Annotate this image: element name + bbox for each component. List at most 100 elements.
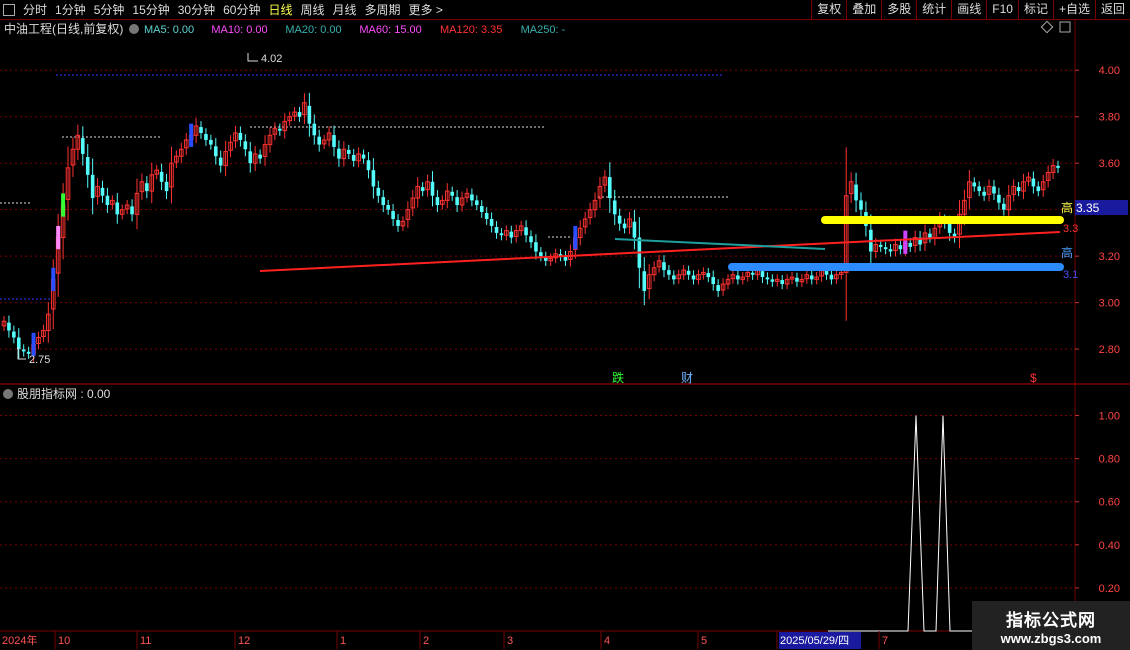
watermark-url: www.zbgs3.com xyxy=(1000,630,1102,646)
candle-body-down xyxy=(204,134,208,140)
candle-body-down xyxy=(612,200,617,215)
candle-body-down xyxy=(736,275,740,280)
candle-body-down xyxy=(632,221,637,238)
period-tab[interactable]: 1分钟 xyxy=(51,1,90,18)
candle-body-down xyxy=(1056,165,1060,168)
candle-body-down xyxy=(977,186,981,192)
candle-body-down xyxy=(351,154,356,161)
candle-body-down xyxy=(455,197,459,206)
candle-body-down xyxy=(928,233,932,238)
candle-body-down xyxy=(908,242,913,247)
window-icon xyxy=(1059,21,1071,33)
candle-body-down xyxy=(608,177,612,199)
signal-candle xyxy=(61,193,66,217)
candle-body-down xyxy=(780,280,784,285)
candle-body-down xyxy=(883,247,888,250)
chart-menu-icon xyxy=(129,24,139,34)
candle-body-down xyxy=(376,187,381,196)
period-tab[interactable]: 15分钟 xyxy=(128,1,173,18)
candle-body-down xyxy=(346,149,351,154)
candle-body-down xyxy=(509,231,514,238)
candle-body-down xyxy=(691,275,696,280)
candle-body-down xyxy=(750,272,755,275)
period-tab[interactable]: 更多 > xyxy=(405,1,447,18)
indicator-tick-label: 0.20 xyxy=(1099,583,1120,595)
time-tick-label: 2024年 xyxy=(2,633,37,647)
candle-body-down xyxy=(667,270,671,275)
toolbar-button[interactable]: +自选 xyxy=(1052,0,1095,19)
toolbar-button[interactable]: 返回 xyxy=(1094,0,1130,19)
indicator-title: 股朋指标网 : 0.00 xyxy=(17,386,111,401)
toolbar-button[interactable]: 标记 xyxy=(1017,0,1053,19)
candle-body-down xyxy=(829,274,834,280)
axis-labels: 2.803.003.203.403.603.804.000.200.400.60… xyxy=(2,65,1120,649)
time-tick-label: 12 xyxy=(238,635,250,647)
period-tab[interactable]: 30分钟 xyxy=(174,1,219,18)
candle-body-down xyxy=(617,215,622,224)
candle-body-down xyxy=(662,262,666,271)
ma120-value-tag: 3.3 xyxy=(1063,223,1078,235)
candle-body-down xyxy=(164,181,169,192)
stock-chart[interactable]: 2.803.003.203.403.603.804.000.200.400.60… xyxy=(0,19,1130,650)
candle-body-down xyxy=(371,170,376,187)
candle-body-down xyxy=(1031,178,1036,187)
time-tick-label: 10 xyxy=(58,635,70,647)
time-tick-label: 1 xyxy=(340,635,346,647)
toolbar-button[interactable]: 画线 xyxy=(951,0,986,19)
period-tab[interactable]: 分时 xyxy=(19,1,51,18)
candlestick-series xyxy=(1,92,1060,362)
toolbar-button[interactable]: F10 xyxy=(986,0,1018,19)
price-tick-label: 4.00 xyxy=(1099,65,1120,77)
candle-body-down xyxy=(337,148,341,159)
candle-body-down xyxy=(420,187,425,192)
toolbar-button[interactable]: 叠加 xyxy=(846,0,881,19)
indicator-tick-label: 0.60 xyxy=(1099,497,1120,509)
candle-body-down xyxy=(391,211,395,219)
period-tab[interactable]: 多周期 xyxy=(361,1,405,18)
candle-body-down xyxy=(686,270,691,275)
yellow-band-tag: 高 xyxy=(1061,200,1073,215)
candle-body-down xyxy=(475,200,479,206)
candle-body-down xyxy=(947,223,952,233)
watermark-box: 指标公式网 www.zbgs3.com xyxy=(972,601,1130,650)
candle-body-down xyxy=(332,135,336,147)
period-tab[interactable]: 日线 xyxy=(264,1,296,18)
candle-body-down xyxy=(199,127,203,133)
candle-body-down xyxy=(982,191,986,196)
indicator-tick-label: 0.80 xyxy=(1099,454,1120,466)
candle-body-down xyxy=(1002,203,1006,210)
window-icon[interactable] xyxy=(3,3,15,16)
candle-body-down xyxy=(218,157,223,166)
candle-body-down xyxy=(297,112,302,117)
toolbar-button[interactable]: 统计 xyxy=(916,0,951,19)
candle-body-down xyxy=(21,349,26,352)
time-tick-label: 2025/05/29/四 xyxy=(780,635,849,647)
candle-body-down xyxy=(898,245,903,250)
diamond-icon xyxy=(1040,20,1054,34)
ma-legend-item: MA5: 0.00 xyxy=(144,24,194,36)
toolbar-button[interactable]: 多股 xyxy=(881,0,916,19)
low-price-label: 2.75 xyxy=(29,354,50,366)
period-tab[interactable]: 60分钟 xyxy=(219,1,264,18)
marker-dollar: $ xyxy=(1030,371,1037,385)
candle-body-down xyxy=(534,242,538,252)
period-tab[interactable]: 周线 xyxy=(296,1,328,18)
candle-body-down xyxy=(238,132,243,140)
candle-body-down xyxy=(85,157,90,175)
main-chart-title: 中油工程(日线,前复权) xyxy=(4,21,123,36)
candle-body-down xyxy=(100,187,105,196)
candle-body-down xyxy=(859,200,863,210)
toolbar-button[interactable]: 复权 xyxy=(811,0,846,19)
candle-body-down xyxy=(81,138,85,154)
period-tab[interactable]: 月线 xyxy=(329,1,361,18)
indicator-line xyxy=(828,415,972,632)
period-tab[interactable]: 5分钟 xyxy=(90,1,129,18)
candle-body-down xyxy=(854,184,858,201)
candle-body-down xyxy=(243,141,248,150)
price-tick-label: 2.80 xyxy=(1099,344,1120,356)
grid-lines xyxy=(0,19,1130,632)
candle-body-down xyxy=(765,277,770,280)
candle-body-down xyxy=(672,275,676,280)
candle-body-down xyxy=(795,277,799,282)
candle-body-down xyxy=(248,151,253,164)
